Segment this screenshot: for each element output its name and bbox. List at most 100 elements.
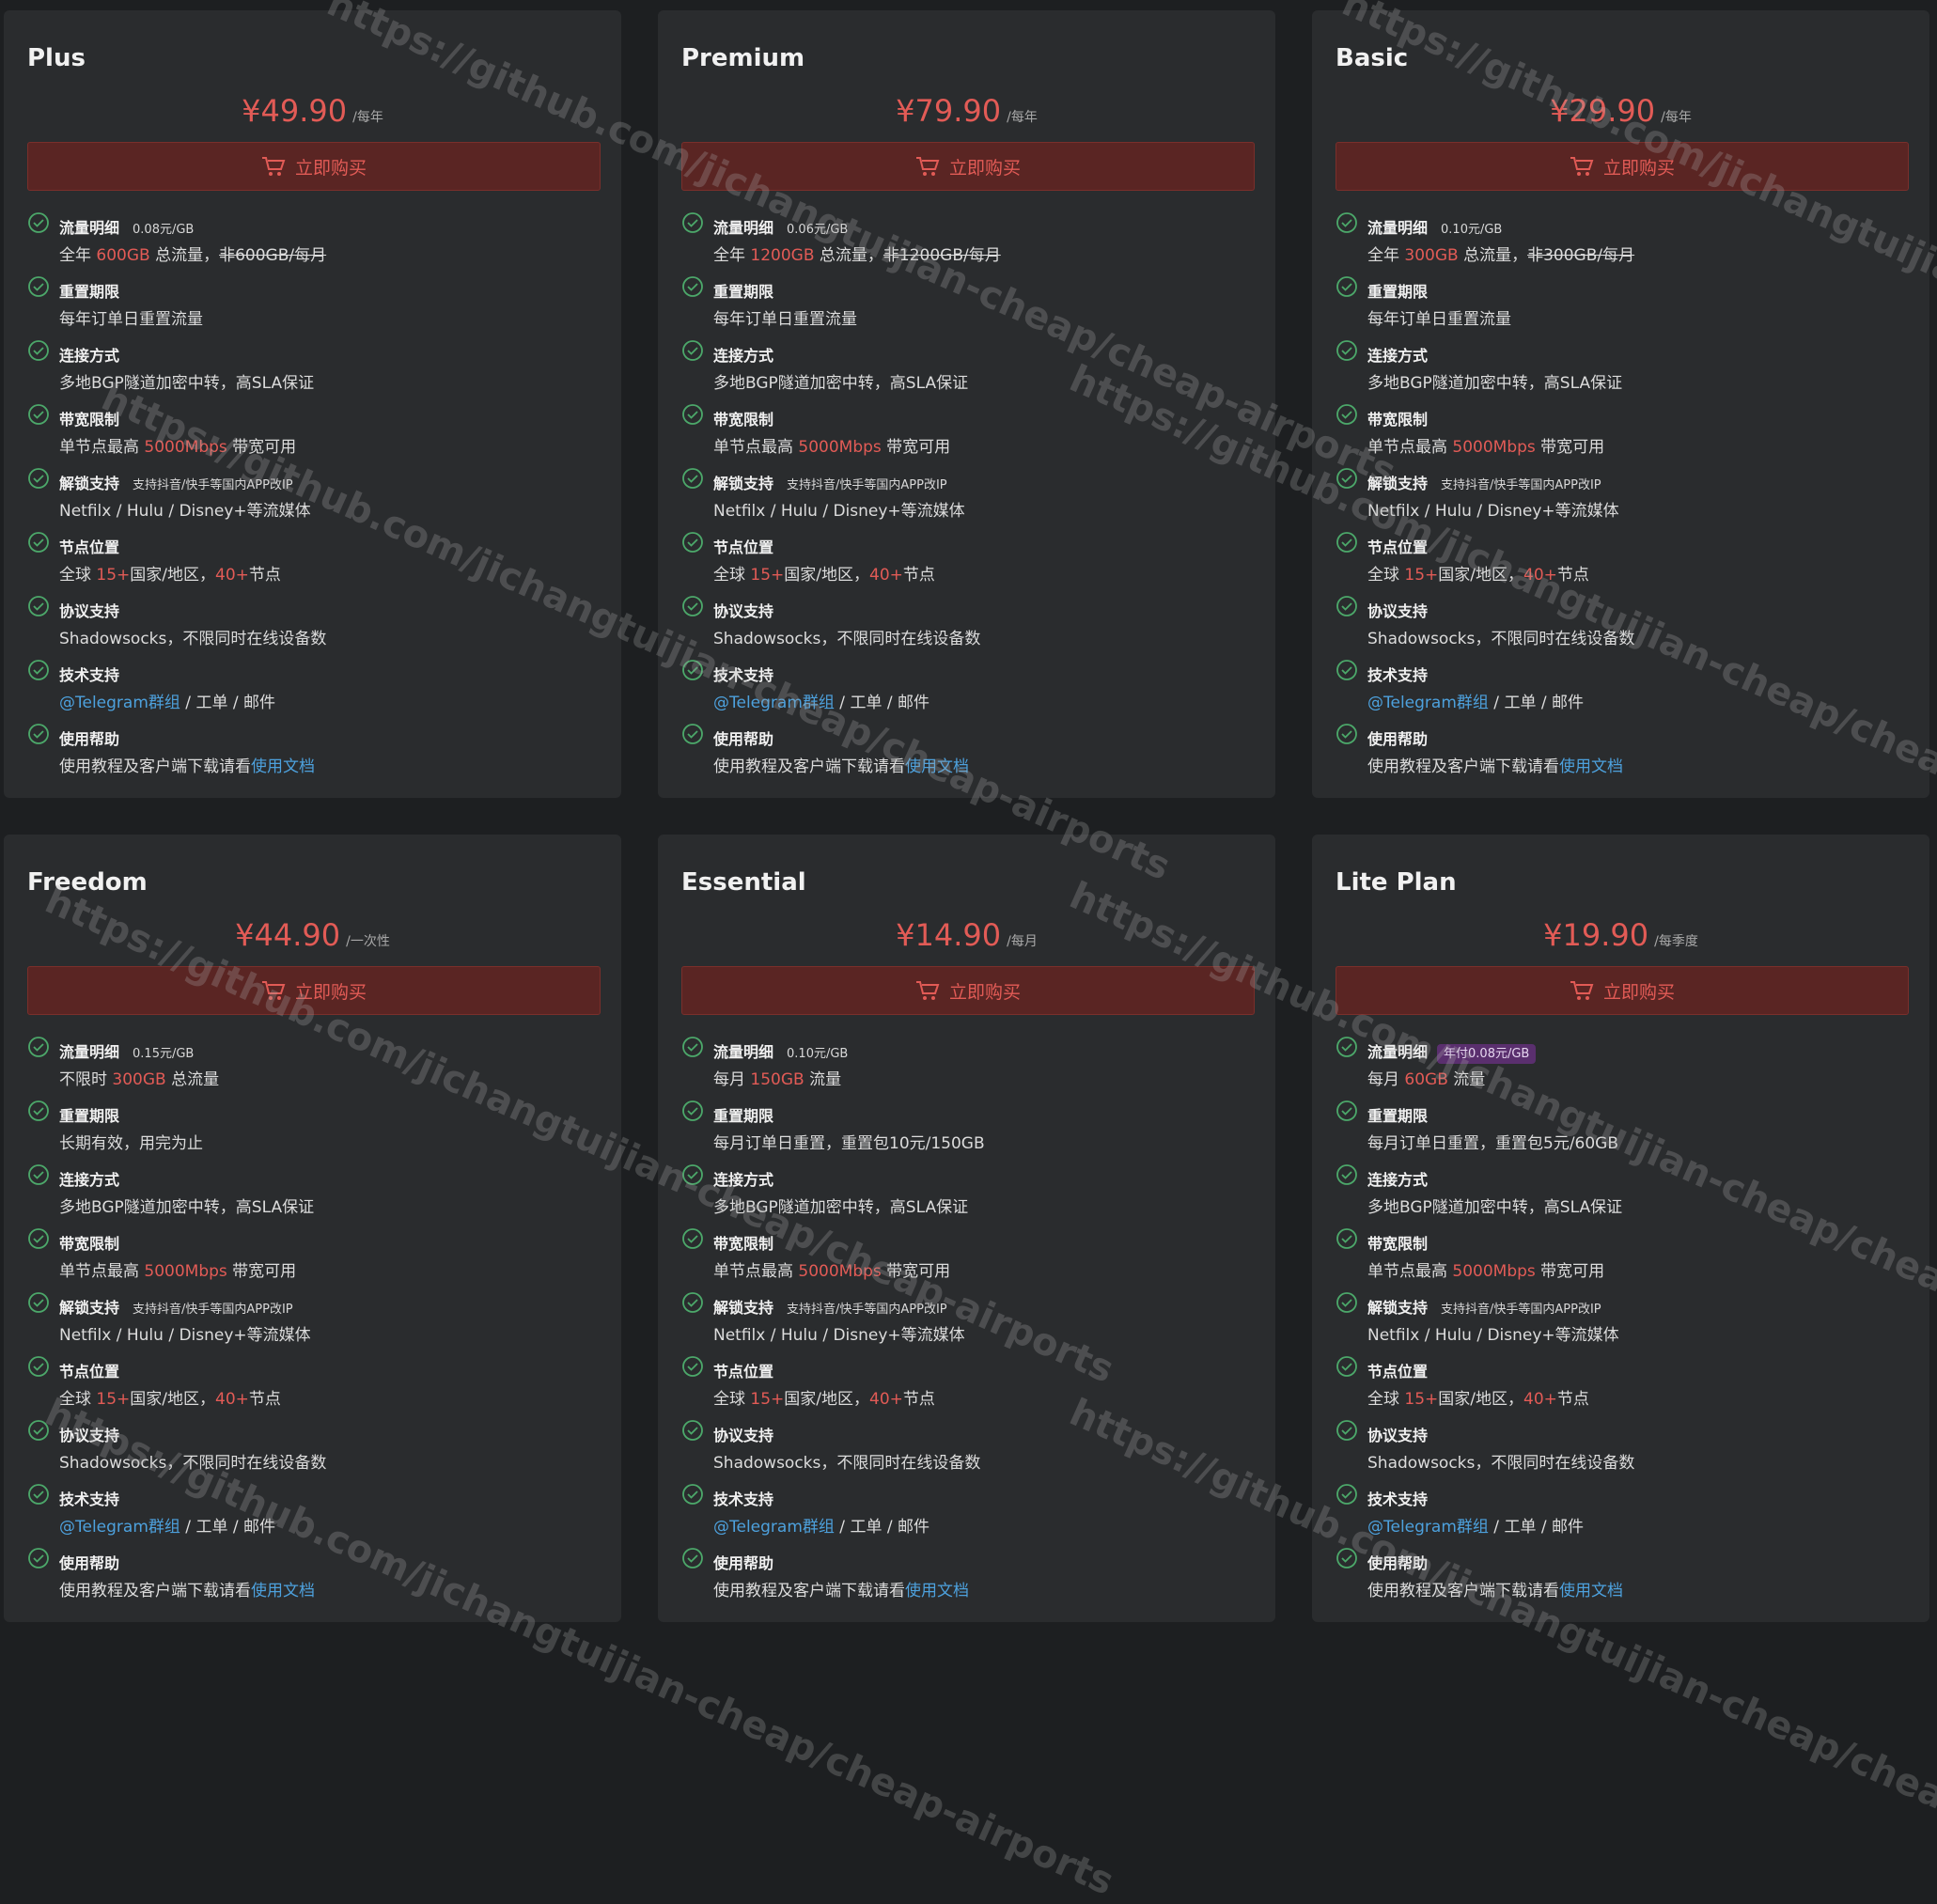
unlock-desc: Netfilx / Hulu / Disney+等流媒体: [59, 502, 311, 521]
check-circle-icon: [1336, 340, 1357, 361]
docs-link[interactable]: 使用文档: [905, 1582, 969, 1600]
feature-label: 解锁支持: [713, 475, 774, 492]
feature-reset: 重置期限 每年订单日重置流量: [27, 273, 610, 337]
buy-button[interactable]: 立即购买: [1336, 142, 1909, 191]
plan-price: ¥44.90: [235, 917, 341, 953]
protocol-desc: Shadowsocks，不限同时在线设备数: [59, 630, 327, 648]
check-circle-icon: [1336, 1484, 1357, 1505]
reset-desc: 长期有效，用完为止: [59, 1134, 203, 1153]
check-circle-icon: [1336, 532, 1357, 553]
feature-label: 使用帮助: [1367, 1554, 1429, 1572]
check-circle-icon: [1336, 1548, 1357, 1568]
buy-button[interactable]: 立即购买: [1336, 966, 1909, 1015]
docs-link[interactable]: 使用文档: [905, 757, 969, 776]
traffic-note: 0.06元/GB: [787, 223, 849, 237]
check-circle-icon: [28, 1420, 49, 1441]
nodes-pre: 全球: [59, 566, 97, 585]
telegram-link[interactable]: @Telegram群组: [1367, 1518, 1489, 1537]
feature-traffic: 流量明细 0.10元/GB 全年 300GB 总流量，非300GB/每月: [1336, 210, 1918, 273]
check-circle-icon: [682, 1100, 703, 1121]
check-circle-icon: [1336, 1420, 1357, 1441]
check-circle-icon: [28, 340, 49, 361]
nodes-mid: 国家/地区，: [784, 1390, 870, 1409]
check-circle-icon: [28, 1164, 49, 1185]
feature-label: 流量明细: [59, 219, 120, 237]
feature-bandwidth: 带宽限制 单节点最高 5000Mbps 带宽可用: [1336, 1225, 1918, 1289]
feature-list: 流量明细 0.10元/GB 每月 150GB 流量 重置期限 每月订单日重置，重置…: [681, 1034, 1264, 1609]
feature-label: 使用帮助: [713, 730, 774, 748]
feature-protocol: 协议支持 Shadowsocks，不限同时在线设备数: [1336, 593, 1918, 657]
check-circle-icon: [682, 276, 703, 297]
telegram-link[interactable]: @Telegram群组: [713, 1518, 835, 1537]
nodes-mid: 国家/地区，: [784, 566, 870, 585]
check-circle-icon: [28, 660, 49, 680]
traffic-mid: 总流量: [165, 1070, 220, 1089]
feature-label: 协议支持: [59, 1427, 120, 1444]
support-post: / 工单 / 邮件: [834, 1518, 929, 1537]
protocol-desc: Shadowsocks，不限同时在线设备数: [1367, 630, 1635, 648]
telegram-link[interactable]: @Telegram群组: [59, 1518, 180, 1537]
traffic-pre: 全年: [59, 246, 97, 265]
docs-link[interactable]: 使用文档: [251, 1582, 315, 1600]
buy-button[interactable]: 立即购买: [27, 966, 601, 1015]
feature-protocol: 协议支持 Shadowsocks，不限同时在线设备数: [681, 593, 1264, 657]
buy-button[interactable]: 立即购买: [681, 142, 1255, 191]
docs-link[interactable]: 使用文档: [251, 757, 315, 776]
nodes-countries: 15+: [1404, 566, 1439, 585]
plan-period: /每年: [1661, 110, 1692, 125]
feature-label: 连接方式: [59, 347, 120, 365]
feature-traffic: 流量明细 年付0.08元/GB 每月 60GB 流量: [1336, 1034, 1918, 1098]
feature-label: 重置期限: [59, 1107, 120, 1125]
feature-list: 流量明细 0.06元/GB 全年 1200GB 总流量，非1200GB/每月 重置…: [681, 210, 1264, 785]
feature-label: 解锁支持: [59, 475, 120, 492]
feature-connection: 连接方式 多地BGP隧道加密中转，高SLA保证: [681, 337, 1264, 401]
price-row: ¥49.90/每年: [4, 93, 621, 129]
check-circle-icon: [682, 468, 703, 489]
bandwidth-pre: 单节点最高: [713, 438, 799, 457]
plan-price: ¥49.90: [242, 93, 348, 129]
feature-protocol: 协议支持 Shadowsocks，不限同时在线设备数: [1336, 1417, 1918, 1481]
feature-reset: 重置期限 每年订单日重置流量: [1336, 273, 1918, 337]
feature-label: 带宽限制: [1367, 1235, 1429, 1253]
price-row: ¥14.90/每月: [658, 917, 1275, 953]
connection-desc: 多地BGP隧道加密中转，高SLA保证: [713, 374, 969, 393]
nodes-mid: 国家/地区，: [1438, 566, 1524, 585]
bandwidth-pre: 单节点最高: [713, 1262, 799, 1281]
feature-unlock: 解锁支持 支持抖音/快手等国内APP改IP Netfilx / Hulu / Di…: [1336, 465, 1918, 529]
feature-nodes: 节点位置 全球 15+国家/地区，40+节点: [681, 529, 1264, 593]
buy-button[interactable]: 立即购买: [27, 142, 601, 191]
cart-icon: [915, 981, 940, 1000]
feature-support: 技术支持 @Telegram群组 / 工单 / 邮件: [681, 657, 1264, 721]
plan-name: Plus: [27, 44, 86, 72]
bandwidth-amount: 5000Mbps: [144, 1262, 227, 1281]
feature-label: 重置期限: [1367, 283, 1429, 301]
check-circle-icon: [28, 276, 49, 297]
check-circle-icon: [1336, 724, 1357, 744]
telegram-link[interactable]: @Telegram群组: [1367, 694, 1489, 712]
traffic-pre: 全年: [713, 246, 751, 265]
check-circle-icon: [1336, 1356, 1357, 1377]
feature-bandwidth: 带宽限制 单节点最高 5000Mbps 带宽可用: [27, 1225, 610, 1289]
telegram-link[interactable]: @Telegram群组: [713, 694, 835, 712]
docs-link[interactable]: 使用文档: [1559, 757, 1623, 776]
check-circle-icon: [28, 212, 49, 233]
traffic-pre: 每月: [1367, 1070, 1405, 1089]
traffic-amount: 300GB: [1404, 246, 1459, 265]
check-circle-icon: [1336, 1164, 1357, 1185]
nodes-post: 节点: [248, 566, 281, 585]
docs-link[interactable]: 使用文档: [1559, 1582, 1623, 1600]
feature-label: 流量明细: [713, 1043, 774, 1061]
support-post: / 工单 / 邮件: [834, 694, 929, 712]
plan-card-lite: Lite Plan ¥19.90/每季度 立即购买 流量明细 年付0.08元/GB…: [1312, 835, 1929, 1622]
feature-label: 连接方式: [713, 1171, 774, 1189]
buy-button[interactable]: 立即购买: [681, 966, 1255, 1015]
telegram-link[interactable]: @Telegram群组: [59, 694, 180, 712]
feature-bandwidth: 带宽限制 单节点最高 5000Mbps 带宽可用: [681, 401, 1264, 465]
check-circle-icon: [682, 340, 703, 361]
unlock-note: 支持抖音/快手等国内APP改IP: [787, 1303, 947, 1317]
nodes-count: 40+: [215, 1390, 249, 1409]
traffic-amount: 150GB: [750, 1070, 804, 1089]
feature-help: 使用帮助 使用教程及客户端下载请看使用文档: [27, 721, 610, 785]
traffic-mid: 总流量，: [149, 246, 220, 265]
check-circle-icon: [682, 724, 703, 744]
